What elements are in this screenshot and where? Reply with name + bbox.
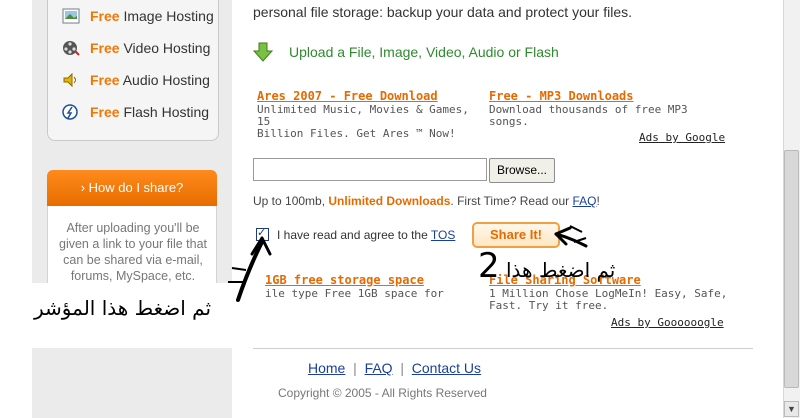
scrollbar-thumb[interactable] — [784, 150, 799, 388]
scroll-down-arrow-icon[interactable]: ▼ — [784, 401, 799, 417]
arrow-to-checkbox-icon — [236, 240, 264, 302]
vertical-scrollbar[interactable]: ▼ — [783, 0, 800, 418]
annotation-arrows — [228, 225, 588, 302]
